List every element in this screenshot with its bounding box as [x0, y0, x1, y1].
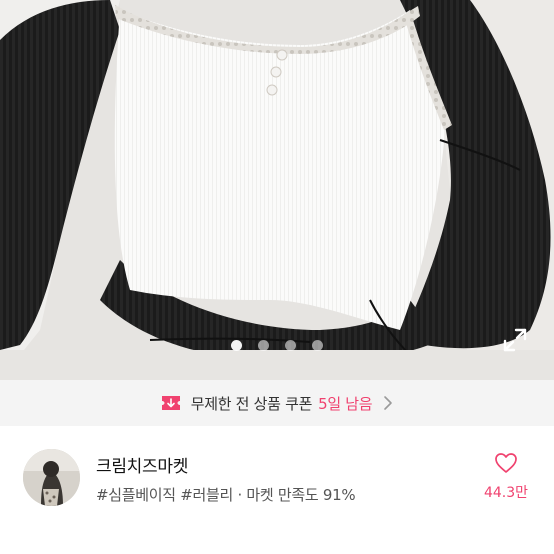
coupon-banner[interactable]: 무제한 전 상품 쿠폰 5일 남음	[0, 380, 554, 426]
shop-info[interactable]: 크림치즈마켓 #심플베이직 #러블리 · 마켓 만족도 91% 44.3만	[0, 432, 554, 554]
product-photo[interactable]	[0, 0, 554, 380]
gallery-pagination	[0, 339, 554, 353]
shop-name[interactable]: 크림치즈마켓	[96, 452, 188, 477]
coupon-ticket-icon	[160, 393, 182, 413]
coupon-text: 무제한 전 상품 쿠폰	[190, 394, 313, 413]
page-dot-3[interactable]	[285, 340, 296, 351]
like-count: 44.3만	[483, 485, 529, 501]
chevron-right-icon	[382, 395, 394, 411]
shop-avatar[interactable]	[23, 449, 80, 506]
page-dot-2[interactable]	[258, 340, 269, 351]
product-photo-image	[0, 0, 554, 380]
heart-outline-icon[interactable]	[494, 452, 518, 474]
shop-tags: #심플베이직 #러블리 · 마켓 만족도 91%	[96, 486, 356, 504]
page-dot-1[interactable]	[231, 340, 242, 351]
expand-icon[interactable]	[502, 327, 528, 353]
page-dot-4[interactable]	[312, 340, 323, 351]
coupon-days-left: 5일 남음	[318, 394, 373, 413]
